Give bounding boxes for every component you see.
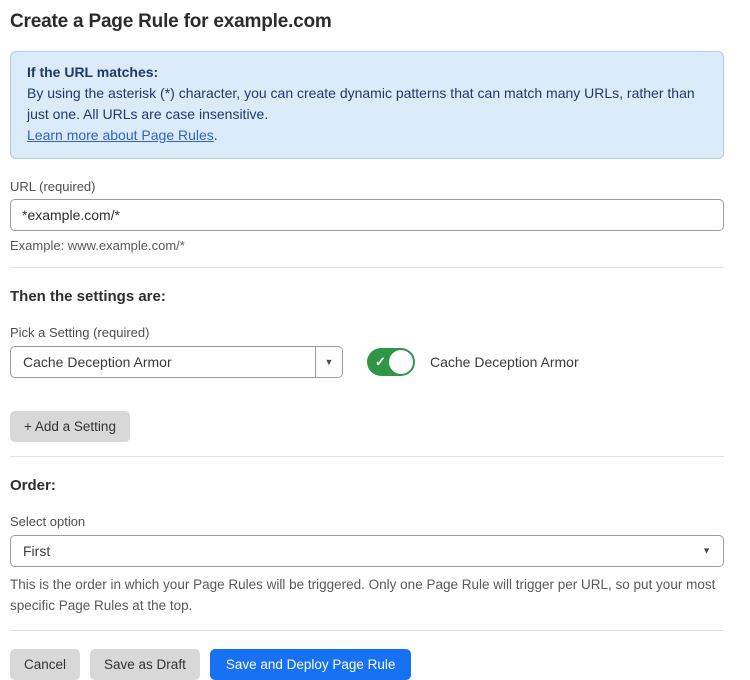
save-as-draft-button[interactable]: Save as Draft [90, 649, 200, 680]
order-select-label: Select option [10, 514, 724, 529]
check-icon: ✓ [375, 354, 386, 370]
setting-select-arrow-button[interactable]: ▼ [315, 347, 342, 377]
cache-deception-armor-toggle[interactable]: ✓ [367, 348, 415, 376]
url-input[interactable] [10, 199, 724, 231]
info-box-heading: If the URL matches: [27, 62, 707, 83]
page-title: Create a Page Rule for example.com [10, 9, 724, 34]
divider [10, 456, 724, 457]
info-box-link-line: Learn more about Page Rules. [27, 125, 707, 146]
order-helper-text: This is the order in which your Page Rul… [10, 574, 724, 616]
url-match-info-box: If the URL matches: By using the asteris… [10, 51, 724, 159]
chevron-down-icon: ▼ [325, 358, 334, 367]
footer-actions: Cancel Save as Draft Save and Deploy Pag… [10, 649, 724, 680]
pick-setting-label: Pick a Setting (required) [10, 325, 724, 340]
divider [10, 267, 724, 268]
settings-section-heading: Then the settings are: [10, 288, 724, 305]
save-and-deploy-button[interactable]: Save and Deploy Page Rule [210, 649, 412, 680]
learn-more-link[interactable]: Learn more about Page Rules [27, 127, 214, 143]
toggle-label: Cache Deception Armor [430, 354, 579, 370]
add-setting-button[interactable]: + Add a Setting [10, 411, 130, 442]
link-suffix: . [214, 127, 218, 143]
setting-row: Cache Deception Armor ▼ ✓ Cache Deceptio… [10, 346, 724, 378]
cancel-button[interactable]: Cancel [10, 649, 80, 680]
setting-select-value: Cache Deception Armor [11, 354, 315, 370]
order-select[interactable]: First ▼ [10, 535, 724, 567]
create-page-rule-panel: Create a Page Rule for example.com If th… [0, 0, 750, 680]
url-example-helper: Example: www.example.com/* [10, 238, 724, 253]
divider [10, 630, 724, 631]
setting-select[interactable]: Cache Deception Armor ▼ [10, 346, 343, 378]
toggle-knob [389, 350, 413, 374]
order-section-heading: Order: [10, 477, 724, 494]
url-field-label: URL (required) [10, 179, 724, 194]
chevron-down-icon: ▼ [702, 547, 711, 556]
order-select-value: First [11, 543, 723, 559]
info-box-body: By using the asterisk (*) character, you… [27, 83, 707, 125]
